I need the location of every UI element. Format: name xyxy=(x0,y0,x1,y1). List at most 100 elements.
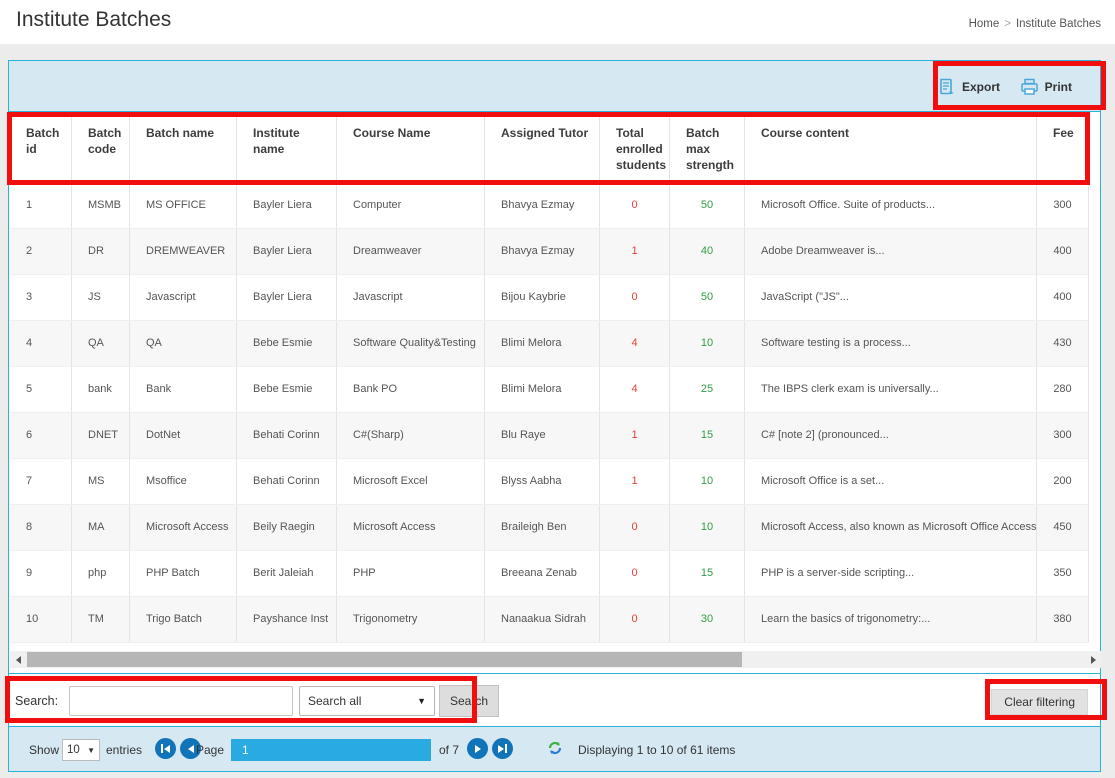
table-row: 8MAMicrosoft AccessBeily RaeginMicrosoft… xyxy=(10,505,1089,551)
cell-name: QA xyxy=(130,321,237,366)
cell-id: 6 xyxy=(10,413,72,458)
cell-tutor: Blimi Melora xyxy=(485,367,600,412)
cell-content: C# [note 2] (pronounced... xyxy=(745,413,1037,458)
cell-institute: Beily Raegin xyxy=(237,505,337,550)
cell-max: 10 xyxy=(670,505,745,550)
cell-id: 8 xyxy=(10,505,72,550)
cell-course: C#(Sharp) xyxy=(337,413,485,458)
column-header-enrolled[interactable]: Total enrolled students xyxy=(600,113,670,182)
column-header-content[interactable]: Course content xyxy=(745,113,1037,182)
cell-max: 15 xyxy=(670,551,745,596)
cell-institute: Berit Jaleiah xyxy=(237,551,337,596)
breadcrumb-home[interactable]: Home xyxy=(969,18,1000,30)
print-label: Print xyxy=(1045,80,1072,94)
first-page-button[interactable] xyxy=(155,738,176,759)
last-page-button[interactable] xyxy=(492,738,513,759)
cell-content: Learn the basics of trigonometry:... xyxy=(745,597,1037,642)
scroll-left-arrow-icon[interactable] xyxy=(10,651,26,668)
cell-fee: 400 xyxy=(1037,229,1089,274)
cell-code: DR xyxy=(72,229,130,274)
breadcrumb-current: Institute Batches xyxy=(1016,18,1101,30)
refresh-icon[interactable] xyxy=(546,739,564,757)
cell-fee: 300 xyxy=(1037,413,1089,458)
cell-name: DotNet xyxy=(130,413,237,458)
next-page-button[interactable] xyxy=(467,738,488,759)
page-size-select[interactable]: 10 ▼ xyxy=(62,739,100,761)
cell-fee: 430 xyxy=(1037,321,1089,366)
cell-id: 2 xyxy=(10,229,72,274)
column-header-code[interactable]: Batch code xyxy=(72,113,130,182)
cell-max: 30 xyxy=(670,597,745,642)
cell-fee: 350 xyxy=(1037,551,1089,596)
column-header-name[interactable]: Batch name xyxy=(130,113,237,182)
clear-filtering-button[interactable]: Clear filtering xyxy=(991,689,1088,715)
cell-institute: Bayler Liera xyxy=(237,229,337,274)
cell-institute: Bayler Liera xyxy=(237,183,337,228)
cell-id: 5 xyxy=(10,367,72,412)
cell-tutor: Blu Raye xyxy=(485,413,600,458)
export-icon xyxy=(939,78,956,96)
table-row: 2DRDREMWEAVERBayler LieraDreamweaverBhav… xyxy=(10,229,1089,275)
table-row: 6DNETDotNetBehati CorinnC#(Sharp)Blu Ray… xyxy=(10,413,1089,459)
cell-code: php xyxy=(72,551,130,596)
cell-code: MSMB xyxy=(72,183,130,228)
pagination-bar: Show 10 ▼ entries Page of 7 Displaying 1… xyxy=(9,726,1100,771)
cell-id: 10 xyxy=(10,597,72,642)
search-input[interactable] xyxy=(69,686,293,716)
table-row: 5bankBankBebe EsmieBank POBlimi Melora42… xyxy=(10,367,1089,413)
cell-institute: Behati Corinn xyxy=(237,413,337,458)
cell-fee: 280 xyxy=(1037,367,1089,412)
export-button[interactable]: Export xyxy=(939,75,1000,99)
cell-content: Microsoft Office. Suite of products... xyxy=(745,183,1037,228)
pagination-status: Displaying 1 to 10 of 61 items xyxy=(578,743,735,757)
cell-id: 9 xyxy=(10,551,72,596)
print-icon xyxy=(1020,78,1039,96)
cell-enrolled: 0 xyxy=(600,275,670,320)
cell-institute: Bebe Esmie xyxy=(237,367,337,412)
table-row: 9phpPHP BatchBerit JaleiahPHPBreeana Zen… xyxy=(10,551,1089,597)
cell-name: PHP Batch xyxy=(130,551,237,596)
cell-tutor: Bhavya Ezmay xyxy=(485,183,600,228)
breadcrumb: Home > Institute Batches xyxy=(969,18,1101,30)
cell-max: 50 xyxy=(670,275,745,320)
search-button[interactable]: Search xyxy=(439,685,499,717)
cell-institute: Payshance Inst xyxy=(237,597,337,642)
cell-name: Microsoft Access xyxy=(130,505,237,550)
search-field-select[interactable]: Search all ▼ xyxy=(299,686,435,716)
cell-name: DREMWEAVER xyxy=(130,229,237,274)
cell-enrolled: 4 xyxy=(600,321,670,366)
breadcrumb-separator: > xyxy=(1004,18,1011,30)
cell-code: MS xyxy=(72,459,130,504)
scroll-right-arrow-icon[interactable] xyxy=(1085,651,1101,668)
show-label: Show xyxy=(29,743,59,757)
column-header-fee[interactable]: Fee xyxy=(1037,113,1089,182)
cell-tutor: Blimi Melora xyxy=(485,321,600,366)
cell-fee: 400 xyxy=(1037,275,1089,320)
table-row: 4QAQABebe EsmieSoftware Quality&TestingB… xyxy=(10,321,1089,367)
cell-enrolled: 1 xyxy=(600,229,670,274)
print-button[interactable]: Print xyxy=(1020,75,1072,99)
cell-code: bank xyxy=(72,367,130,412)
cell-tutor: Bijou Kaybrie xyxy=(485,275,600,320)
cell-course: Software Quality&Testing xyxy=(337,321,485,366)
column-header-course[interactable]: Course Name xyxy=(337,113,485,182)
cell-tutor: Bhavya Ezmay xyxy=(485,229,600,274)
cell-enrolled: 0 xyxy=(600,183,670,228)
page-size-value: 10 xyxy=(67,744,80,756)
column-header-institute[interactable]: Institute name xyxy=(237,113,337,182)
scrollbar-thumb[interactable] xyxy=(27,652,742,667)
cell-code: DNET xyxy=(72,413,130,458)
column-header-id[interactable]: Batch id xyxy=(10,113,72,182)
cell-institute: Behati Corinn xyxy=(237,459,337,504)
cell-name: MS OFFICE xyxy=(130,183,237,228)
table-header-row: Batch idBatch codeBatch nameInstitute na… xyxy=(10,113,1089,183)
cell-enrolled: 0 xyxy=(600,597,670,642)
horizontal-scrollbar[interactable] xyxy=(10,651,1101,668)
cell-name: Bank xyxy=(130,367,237,412)
cell-code: JS xyxy=(72,275,130,320)
column-header-tutor[interactable]: Assigned Tutor xyxy=(485,113,600,182)
column-header-max[interactable]: Batch max strength xyxy=(670,113,745,182)
cell-content: The IBPS clerk exam is universally... xyxy=(745,367,1037,412)
cell-id: 4 xyxy=(10,321,72,366)
page-number-input[interactable] xyxy=(231,739,431,761)
